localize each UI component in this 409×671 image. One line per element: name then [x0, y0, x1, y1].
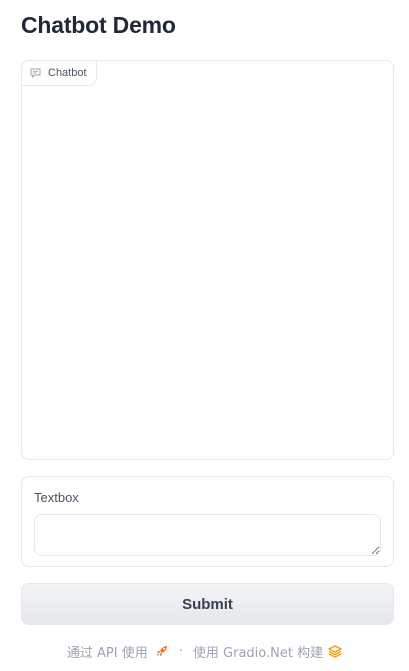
chatbot-label-tab: Chatbot — [21, 60, 97, 86]
footer: 通过 API 使用 · 使用 Gradio.Net 构建 — [0, 640, 409, 662]
footer-separator: · — [178, 643, 183, 659]
chatbot-panel[interactable]: Chatbot — [21, 60, 394, 460]
api-link[interactable]: 通过 API 使用 — [67, 642, 169, 661]
textbox-label: Textbox — [34, 490, 79, 505]
gradio-link[interactable]: 使用 Gradio.Net 构建 — [193, 642, 342, 661]
gradio-link-text: 使用 Gradio.Net 构建 — [192, 645, 324, 661]
page-title: Chatbot Demo — [21, 12, 176, 38]
message-input[interactable] — [34, 514, 381, 556]
chat-bubble-icon — [30, 68, 41, 78]
gradio-logo-icon — [328, 644, 342, 658]
rocket-icon — [155, 644, 169, 658]
api-link-text: 通过 API 使用 — [66, 645, 148, 661]
submit-button[interactable]: Submit — [21, 583, 394, 625]
chatbot-label-text: Chatbot — [48, 67, 87, 79]
page: Chatbot Demo Chatbot Textbox Submit 通过 A… — [0, 0, 409, 671]
textbox-block: Textbox — [21, 476, 394, 567]
